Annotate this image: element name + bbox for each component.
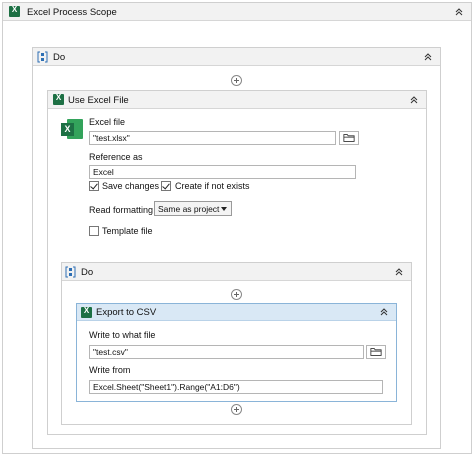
read-formatting-dropdown[interactable]: Same as project	[154, 201, 232, 216]
excel-process-scope-header[interactable]: Excel Process Scope	[3, 3, 471, 21]
excel-icon	[9, 5, 20, 17]
inner-do-header[interactable]: Do	[62, 263, 411, 281]
template-file-checkbox[interactable]	[89, 226, 99, 236]
collapse-icon[interactable]	[378, 306, 390, 318]
collapse-icon[interactable]	[408, 94, 420, 106]
save-changes-label: Save changes	[102, 181, 160, 191]
excel-file-label: Excel file	[89, 117, 126, 127]
add-activity-icon[interactable]	[231, 75, 242, 86]
excel-file-field[interactable]: "test.xlsx"	[89, 131, 336, 145]
add-activity-icon[interactable]	[231, 404, 242, 415]
excel-icon	[53, 93, 64, 105]
reference-as-label: Reference as	[89, 152, 143, 162]
excel-process-scope-title: Excel Process Scope	[27, 7, 117, 18]
outer-do-header[interactable]: Do	[33, 48, 440, 66]
inner-do-title: Do	[81, 267, 94, 278]
write-from-field[interactable]: Excel.Sheet("Sheet1").Range("A1:D6")	[89, 380, 383, 394]
use-excel-file-title: Use Excel File	[68, 95, 129, 106]
folder-icon[interactable]	[366, 345, 386, 359]
collapse-icon[interactable]	[393, 266, 405, 278]
use-excel-file-header[interactable]: Use Excel File	[48, 91, 426, 109]
reference-as-field[interactable]: Excel	[89, 165, 356, 179]
sequence-icon	[65, 266, 76, 278]
export-to-csv-title: Export to CSV	[96, 307, 157, 318]
collapse-icon[interactable]	[453, 6, 465, 18]
write-from-label: Write from	[89, 365, 131, 375]
sequence-icon	[37, 51, 48, 63]
excel-icon	[81, 306, 92, 318]
write-to-field[interactable]: "test.csv"	[89, 345, 364, 359]
read-formatting-label: Read formatting	[89, 205, 154, 215]
save-changes-checkbox[interactable]	[89, 181, 99, 191]
excel-logo-icon: X	[61, 118, 83, 140]
chevron-down-icon	[221, 207, 227, 211]
write-to-label: Write to what file	[89, 330, 156, 340]
outer-do-title: Do	[53, 52, 66, 63]
folder-icon[interactable]	[339, 131, 359, 145]
add-activity-icon[interactable]	[231, 289, 242, 300]
create-if-not-exists-checkbox[interactable]	[161, 181, 171, 191]
export-to-csv-header[interactable]: Export to CSV	[77, 304, 396, 321]
collapse-icon[interactable]	[422, 51, 434, 63]
read-formatting-value: Same as project	[158, 204, 220, 214]
create-if-not-exists-label: Create if not exists	[175, 181, 250, 191]
template-file-label: Template file	[102, 226, 153, 236]
